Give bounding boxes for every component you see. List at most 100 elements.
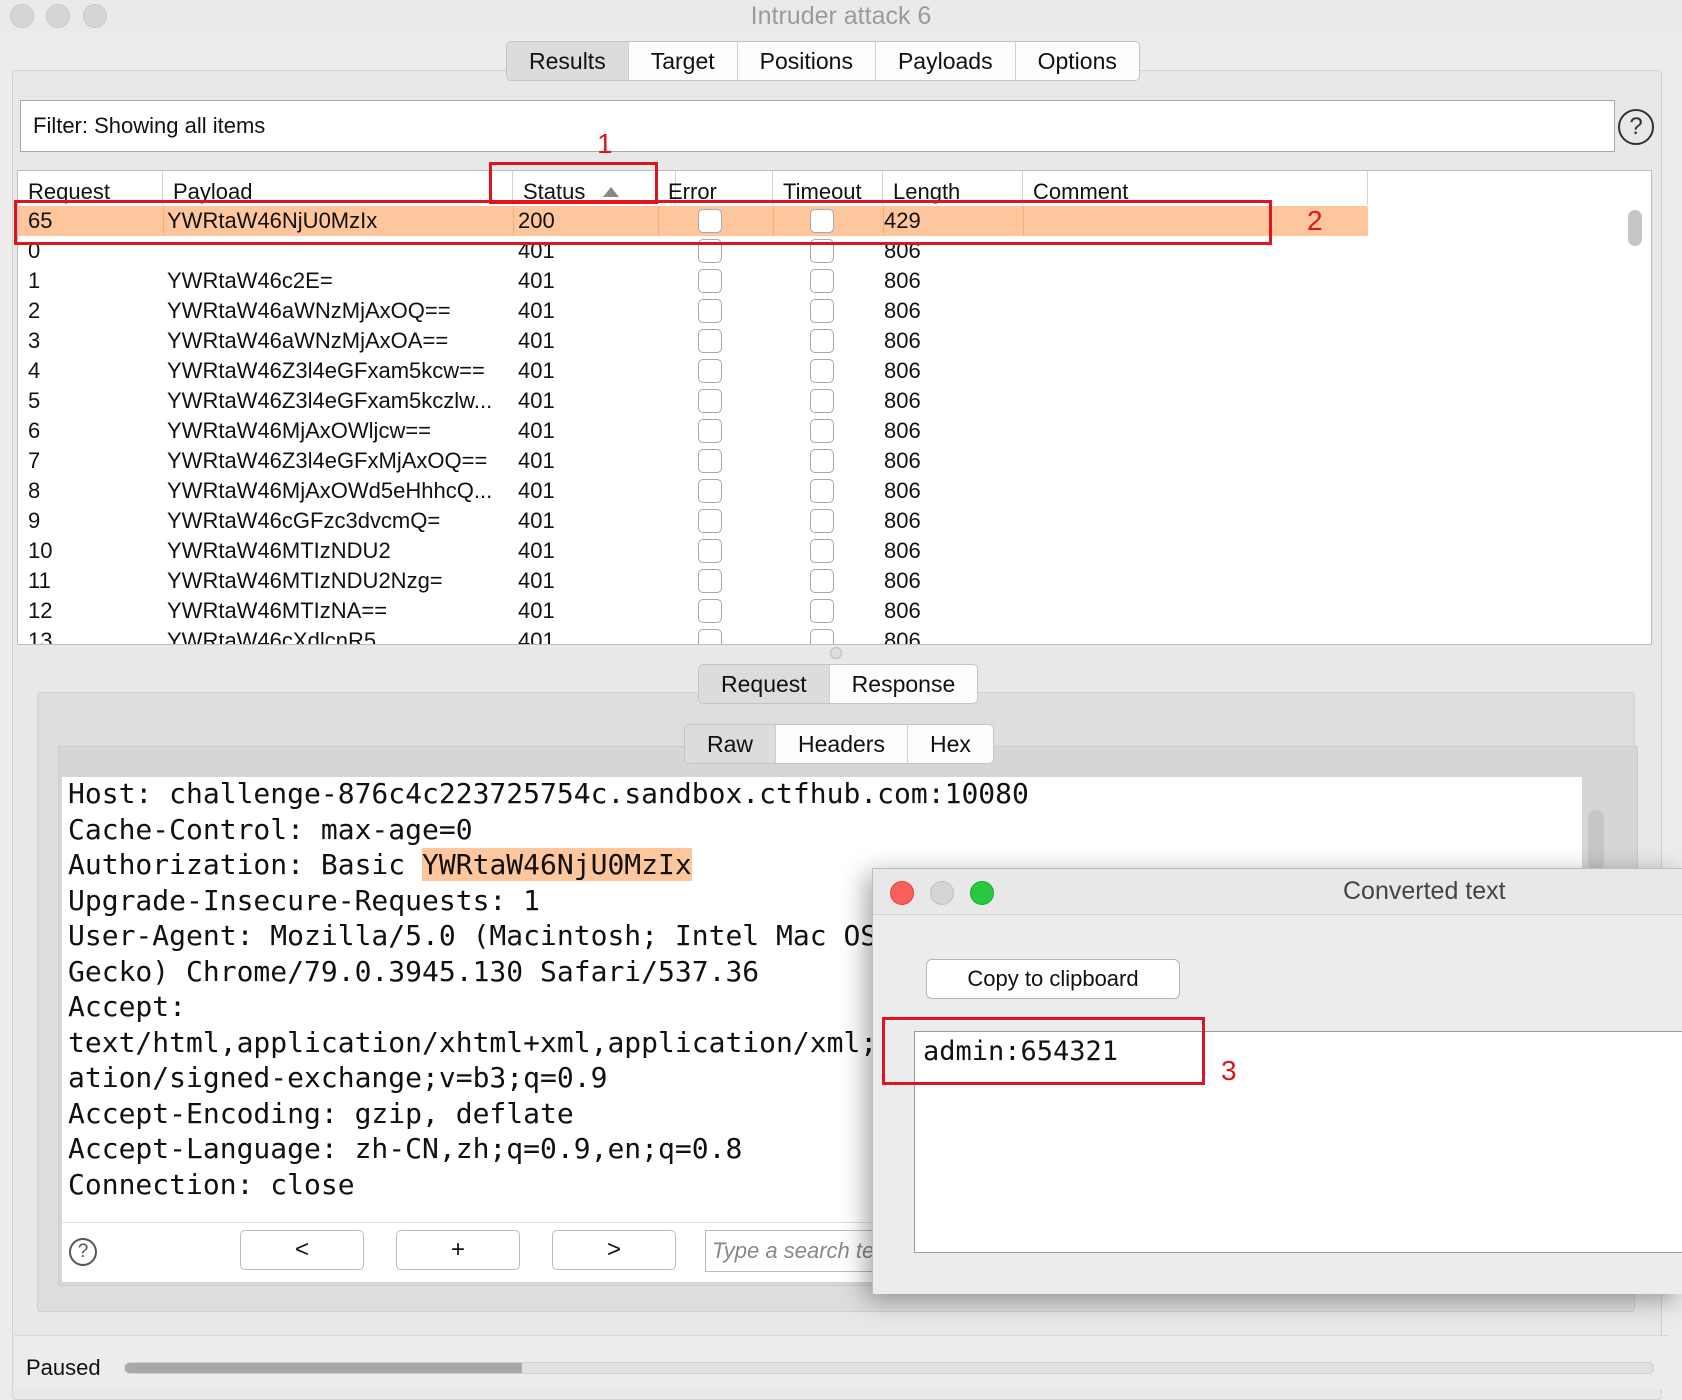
table-row[interactable]: 11 YWRtaW46MTIzNDU2Nzg= 401 806 (18, 566, 1368, 596)
timeout-checkbox[interactable] (810, 599, 834, 623)
top-tabs: Results Target Positions Payloads Option… (506, 41, 1140, 81)
tab-raw[interactable]: Raw (685, 725, 777, 763)
timeout-checkbox[interactable] (810, 359, 834, 383)
timeout-checkbox[interactable] (810, 269, 834, 293)
highlighted-payload: YWRtaW46NjU0MzIx (422, 848, 692, 881)
cell-payload: YWRtaW46MTIzNA== (167, 598, 388, 623)
progress-fill (125, 1363, 523, 1373)
error-checkbox[interactable] (698, 329, 722, 353)
cell-payload: YWRtaW46MjAxOWljcw== (167, 418, 432, 443)
filter-bar[interactable]: Filter: Showing all items (20, 100, 1615, 152)
error-checkbox[interactable] (698, 539, 722, 563)
table-row[interactable]: 7 YWRtaW46Z3l4eGFxMjAxOQ== 401 806 (18, 446, 1368, 476)
tab-payloads[interactable]: Payloads (876, 42, 1016, 80)
error-checkbox[interactable] (698, 299, 722, 323)
tab-headers[interactable]: Headers (776, 725, 908, 763)
cell-status: 401 (518, 358, 555, 383)
request-line: ation/signed-exchange;v=b3;q=0.9 (68, 1059, 607, 1097)
dialog-maximize-button[interactable] (970, 881, 994, 905)
tab-results[interactable]: Results (507, 42, 629, 80)
tab-request[interactable]: Request (699, 665, 830, 703)
cell-request: 11 (28, 568, 51, 593)
table-row[interactable]: 2 YWRtaW46aWNzMjAxOQ== 401 806 (18, 296, 1368, 326)
cell-request: 2 (28, 298, 41, 323)
table-row[interactable]: 9 YWRtaW46cGFzc3dvcmQ= 401 806 (18, 506, 1368, 536)
cell-length: 806 (884, 568, 921, 593)
splitter-handle[interactable] (830, 647, 842, 659)
tab-response[interactable]: Response (830, 665, 978, 703)
editor-scrollbar[interactable] (1588, 810, 1604, 870)
cell-payload: YWRtaW46MTIzNDU2Nzg= (167, 568, 443, 593)
timeout-checkbox[interactable] (810, 629, 834, 644)
cell-payload: YWRtaW46cGFzc3dvcmQ= (167, 508, 441, 533)
timeout-checkbox[interactable] (810, 389, 834, 413)
cell-payload: YWRtaW46MjAxOWd5eHhhcQ... (167, 478, 493, 503)
timeout-checkbox[interactable] (810, 569, 834, 593)
error-checkbox[interactable] (698, 569, 722, 593)
timeout-checkbox[interactable] (810, 509, 834, 533)
timeout-checkbox[interactable] (810, 479, 834, 503)
request-line: User-Agent: Mozilla/5.0 (Macintosh; Inte… (68, 917, 911, 955)
cell-payload: YWRtaW46aWNzMjAxOA== (167, 328, 449, 353)
cell-status: 401 (518, 298, 555, 323)
help-icon[interactable]: ? (69, 1238, 97, 1266)
timeout-checkbox[interactable] (810, 299, 834, 323)
cell-request: 10 (28, 538, 53, 563)
line-text: Accept: (68, 990, 187, 1023)
error-checkbox[interactable] (698, 599, 722, 623)
line-text: Host: challenge-876c4c223725754c.sandbox… (68, 777, 1029, 810)
cell-request: 6 (28, 418, 41, 443)
cell-payload: YWRtaW46Z3l4eGFxam5kcw== (167, 358, 485, 383)
progress-bar (124, 1362, 1654, 1374)
help-icon[interactable]: ? (1618, 109, 1654, 145)
table-row[interactable]: 3 YWRtaW46aWNzMjAxOA== 401 806 (18, 326, 1368, 356)
cell-request: 13 (28, 628, 53, 645)
error-checkbox[interactable] (698, 479, 722, 503)
request-line: text/html,application/xhtml+xml,applicat… (68, 1024, 928, 1062)
dialog-title: Converted text (1343, 877, 1506, 905)
dialog-close-button[interactable] (890, 881, 914, 905)
copy-to-clipboard-button[interactable]: Copy to clipboard (926, 959, 1180, 999)
error-checkbox[interactable] (698, 269, 722, 293)
table-row[interactable]: 1 YWRtaW46c2E= 401 806 (18, 266, 1368, 296)
table-row[interactable]: 5 YWRtaW46Z3l4eGFxam5kczlw... 401 806 (18, 386, 1368, 416)
next-button[interactable]: > (552, 1230, 676, 1270)
table-row[interactable]: 4 YWRtaW46Z3l4eGFxam5kcw== 401 806 (18, 356, 1368, 386)
error-checkbox[interactable] (698, 509, 722, 533)
timeout-checkbox[interactable] (810, 539, 834, 563)
request-line: Gecko) Chrome/79.0.3945.130 Safari/537.3… (68, 953, 759, 991)
cell-length: 806 (884, 508, 921, 533)
cell-status: 401 (518, 568, 555, 593)
cell-payload: YWRtaW46aWNzMjAxOQ== (167, 298, 451, 323)
line-text: Cache-Control: max-age=0 (68, 812, 473, 846)
error-checkbox[interactable] (698, 629, 722, 644)
tab-target[interactable]: Target (629, 42, 738, 80)
tab-hex[interactable]: Hex (908, 725, 993, 763)
tab-positions[interactable]: Positions (738, 42, 876, 80)
request-response-tabs: Request Response (698, 664, 979, 704)
timeout-checkbox[interactable] (810, 419, 834, 443)
cell-status: 401 (518, 418, 555, 443)
error-checkbox[interactable] (698, 449, 722, 473)
cell-length: 806 (884, 598, 921, 623)
cell-length: 806 (884, 538, 921, 563)
window-title: Intruder attack 6 (750, 2, 932, 30)
timeout-checkbox[interactable] (810, 449, 834, 473)
dialog-minimize-button[interactable] (930, 881, 954, 905)
add-button[interactable]: + (396, 1230, 520, 1270)
error-checkbox[interactable] (698, 359, 722, 383)
error-checkbox[interactable] (698, 419, 722, 443)
timeout-checkbox[interactable] (810, 329, 834, 353)
annotation-label-3: 3 (1221, 1055, 1237, 1086)
cell-length: 806 (884, 628, 921, 645)
error-checkbox[interactable] (698, 389, 722, 413)
table-row[interactable]: 8 YWRtaW46MjAxOWd5eHhhcQ... 401 806 (18, 476, 1368, 506)
table-row[interactable]: 6 YWRtaW46MjAxOWljcw== 401 806 (18, 416, 1368, 446)
annotation-label-1: 1 (597, 128, 613, 159)
previous-button[interactable]: < (240, 1230, 364, 1270)
table-row[interactable]: 10 YWRtaW46MTIzNDU2 401 806 (18, 536, 1368, 566)
table-row[interactable]: 13 YWRtaW46cXdlcnR5 401 806 (18, 626, 1368, 645)
table-scrollbar[interactable] (1628, 210, 1642, 246)
table-row[interactable]: 12 YWRtaW46MTIzNA== 401 806 (18, 596, 1368, 626)
tab-options[interactable]: Options (1016, 42, 1139, 80)
